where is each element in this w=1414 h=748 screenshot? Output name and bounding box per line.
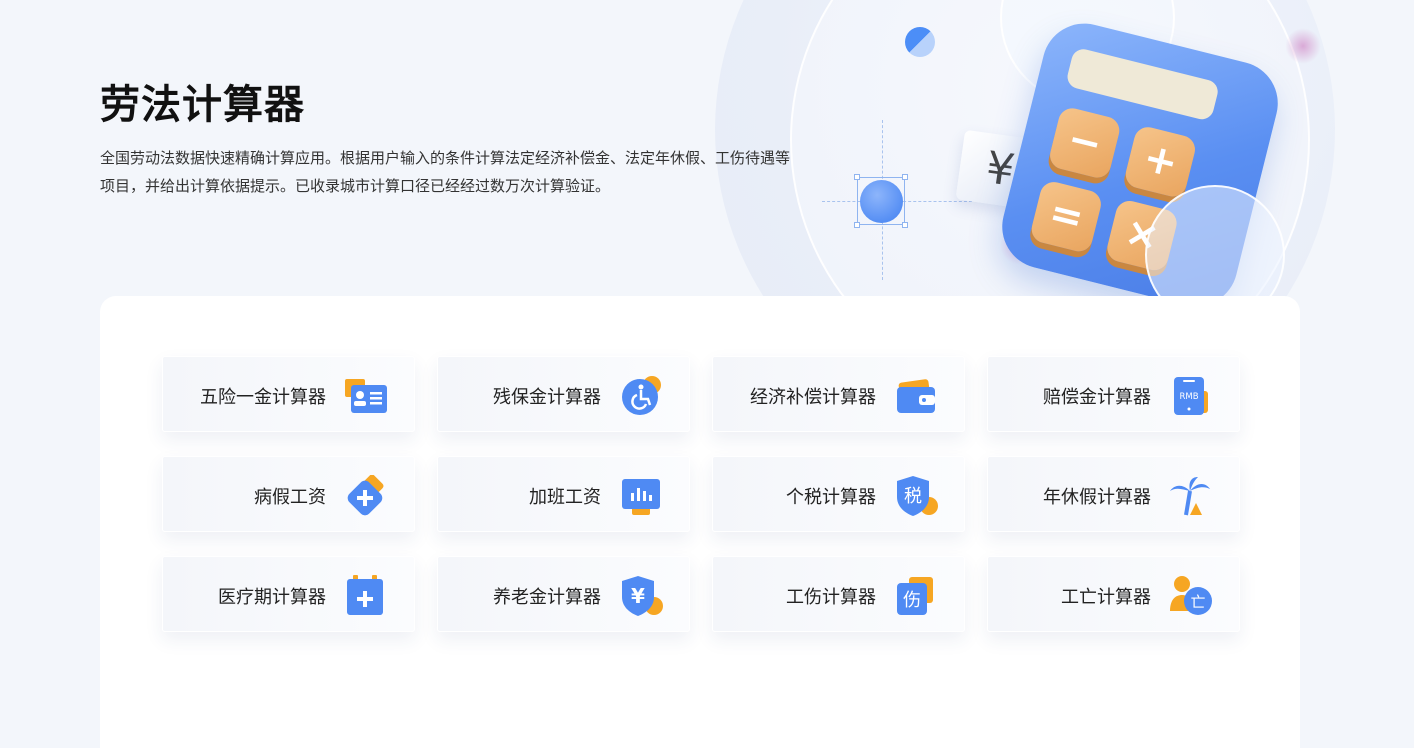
yen-shield-icon: ¥ xyxy=(622,576,663,616)
calculator-panel: 五险一金计算器 残保金计算器 经济补偿计算器 赔偿金计算器 RMB 病假工资 加… xyxy=(100,296,1300,748)
tile-label: 赔偿金计算器 xyxy=(1043,387,1151,408)
tile-label: 残保金计算器 xyxy=(493,387,601,408)
selection-handle xyxy=(902,222,908,228)
calculator-tile-work-injury[interactable]: 工伤计算器 伤 xyxy=(712,556,965,632)
injury-card-icon: 伤 xyxy=(897,577,933,615)
selection-frame xyxy=(857,177,905,225)
tile-label: 养老金计算器 xyxy=(493,587,601,608)
rmb-phone-icon: RMB xyxy=(1174,377,1208,415)
tax-shield-icon: 税 xyxy=(897,476,938,516)
selection-handle xyxy=(854,222,860,228)
monitor-chart-icon xyxy=(622,479,660,515)
calculator-tile-sick-leave-pay[interactable]: 病假工资 xyxy=(162,456,415,532)
calculator-tile-social-insurance[interactable]: 五险一金计算器 xyxy=(162,356,415,432)
tile-label: 加班工资 xyxy=(529,487,601,508)
tile-label: 五险一金计算器 xyxy=(200,387,326,408)
wheelchair-icon xyxy=(622,376,661,415)
calculator-tile-indemnity[interactable]: 赔偿金计算器 RMB xyxy=(987,356,1240,432)
wallet-icon xyxy=(897,379,935,413)
calculator-tile-medical-period[interactable]: 医疗期计算器 xyxy=(162,556,415,632)
tile-label: 经济补偿计算器 xyxy=(750,387,876,408)
tile-label: 病假工资 xyxy=(254,487,326,508)
medical-calendar-icon xyxy=(347,575,383,615)
page-description: 全国劳动法数据快速精确计算应用。根据用户输入的条件计算法定经济补偿金、法定年休假… xyxy=(100,149,791,195)
equals-key-icon: = xyxy=(1028,179,1104,255)
calculator-screen xyxy=(1065,46,1221,122)
tax-char: 税 xyxy=(904,486,922,507)
plus-key-icon: + xyxy=(1122,124,1198,200)
calculator-tile-economic-compensation[interactable]: 经济补偿计算器 xyxy=(712,356,965,432)
calculator-tile-overtime-pay[interactable]: 加班工资 xyxy=(437,456,690,532)
person-death-icon: 亡 xyxy=(1170,576,1212,615)
selection-handle xyxy=(854,174,860,180)
calculator-tile-pension[interactable]: 养老金计算器 ¥ xyxy=(437,556,690,632)
page-title: 劳法计算器 xyxy=(100,82,305,128)
tile-label: 医疗期计算器 xyxy=(218,587,326,608)
death-char: 亡 xyxy=(1190,593,1205,611)
tile-label: 工亡计算器 xyxy=(1061,587,1151,608)
minus-key-icon: − xyxy=(1047,105,1123,181)
palm-tree-icon xyxy=(1170,477,1210,516)
calculator-tile-work-death[interactable]: 工亡计算器 亡 xyxy=(987,556,1240,632)
yen-char: ¥ xyxy=(631,584,645,608)
id-card-icon xyxy=(345,379,387,413)
medical-plus-icon xyxy=(347,475,384,516)
tile-label: 个税计算器 xyxy=(786,487,876,508)
tile-label: 年休假计算器 xyxy=(1043,487,1151,508)
decorative-glow xyxy=(1285,28,1321,64)
injury-char: 伤 xyxy=(903,590,921,611)
calculator-tile-disability-fund[interactable]: 残保金计算器 xyxy=(437,356,690,432)
rmb-text: RMB xyxy=(1179,392,1198,402)
calculator-tile-income-tax[interactable]: 个税计算器 税 xyxy=(712,456,965,532)
calculator-tile-annual-leave[interactable]: 年休假计算器 xyxy=(987,456,1240,532)
decorative-dot xyxy=(905,27,935,57)
selection-handle xyxy=(902,174,908,180)
tile-label: 工伤计算器 xyxy=(786,587,876,608)
